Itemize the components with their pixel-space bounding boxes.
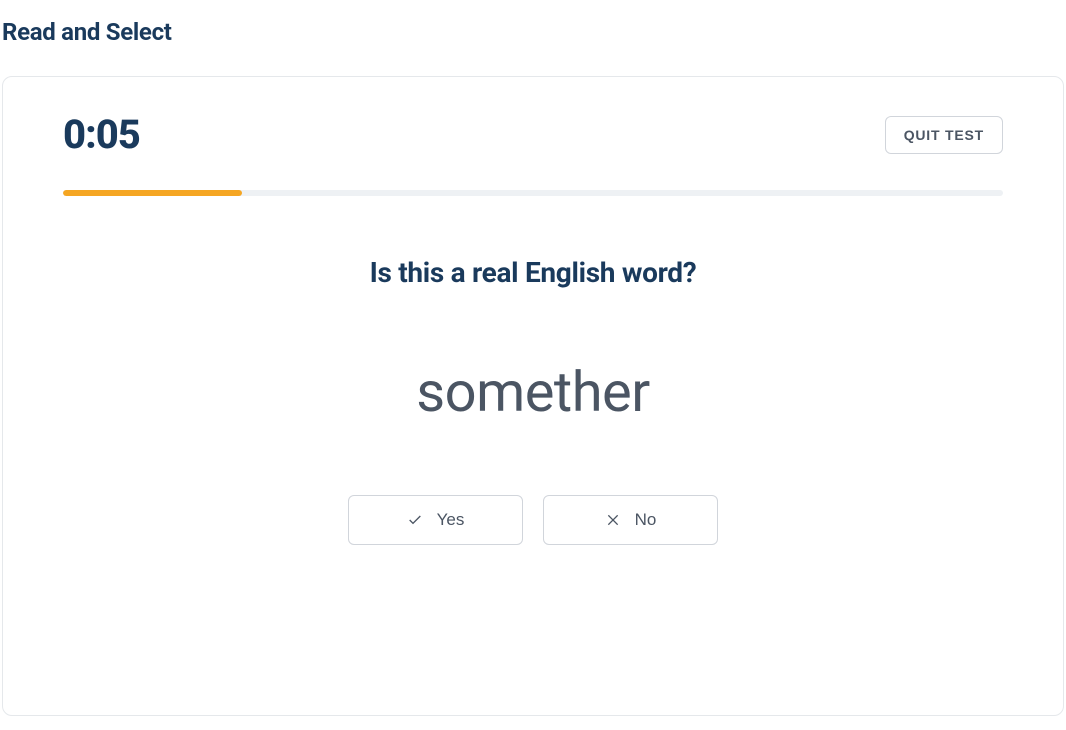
- x-icon: [605, 512, 621, 528]
- question-prompt: Is this a real English word?: [3, 256, 1063, 289]
- progress-fill: [63, 190, 242, 196]
- timer: 0:05: [63, 111, 140, 158]
- question-word: somether: [3, 359, 1063, 425]
- card-header: 0:05 QUIT TEST: [3, 77, 1063, 172]
- page-title: Read and Select: [0, 0, 1066, 46]
- yes-label: Yes: [437, 510, 465, 530]
- test-card: 0:05 QUIT TEST Is this a real English wo…: [2, 76, 1064, 716]
- answer-buttons: Yes No: [3, 495, 1063, 545]
- question-area: Is this a real English word? somether Ye…: [3, 256, 1063, 545]
- yes-button[interactable]: Yes: [348, 495, 523, 545]
- no-button[interactable]: No: [543, 495, 718, 545]
- no-label: No: [635, 510, 657, 530]
- check-icon: [407, 512, 423, 528]
- quit-test-button[interactable]: QUIT TEST: [885, 116, 1003, 154]
- progress-bar: [63, 190, 1003, 196]
